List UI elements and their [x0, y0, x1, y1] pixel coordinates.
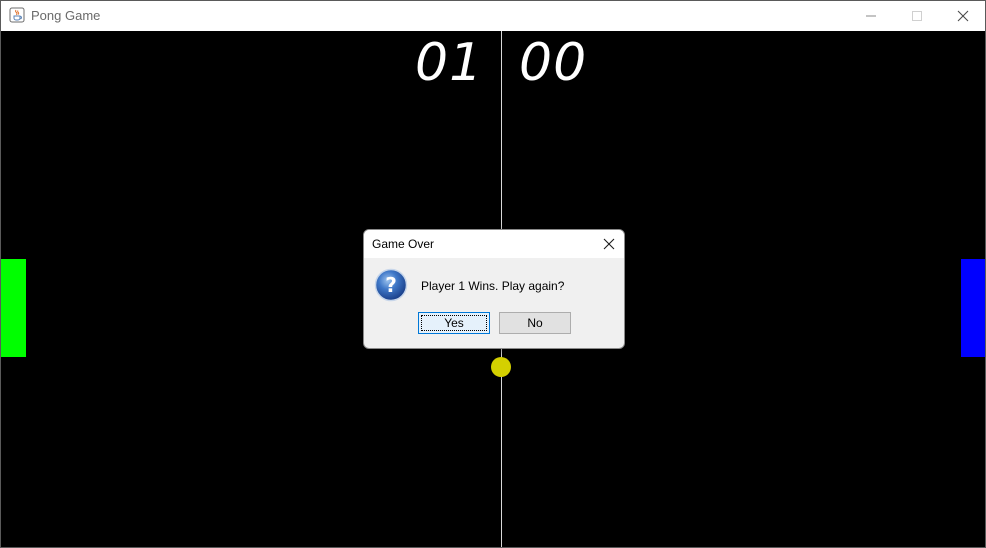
maximize-button[interactable]: [894, 1, 940, 31]
question-icon: ?: [374, 268, 408, 302]
focus-ring: [421, 315, 487, 331]
player1-score: 01: [415, 33, 484, 93]
title-bar[interactable]: Pong Game: [1, 1, 985, 31]
app-window: Pong Game 01 00 Game Over ? Player 1 Win…: [0, 0, 986, 548]
player2-score: 00: [519, 33, 588, 93]
dialog-close-button[interactable]: [598, 234, 620, 254]
left-paddle: [1, 259, 26, 357]
ball: [491, 357, 511, 377]
no-button[interactable]: No: [499, 312, 571, 334]
yes-button[interactable]: Yes: [418, 312, 490, 334]
no-button-label: No: [527, 316, 543, 330]
game-over-dialog: Game Over ? Player 1 Wins. Play again? Y…: [363, 229, 625, 349]
java-cup-icon: [9, 7, 25, 23]
dialog-message: Player 1 Wins. Play again?: [421, 279, 565, 293]
dialog-title: Game Over: [372, 237, 435, 251]
minimize-button[interactable]: [848, 1, 894, 31]
close-button[interactable]: [940, 1, 986, 31]
dialog-title-bar[interactable]: Game Over: [364, 230, 624, 258]
right-paddle: [961, 259, 985, 357]
window-title: Pong Game: [31, 8, 101, 23]
svg-text:?: ?: [385, 273, 397, 297]
